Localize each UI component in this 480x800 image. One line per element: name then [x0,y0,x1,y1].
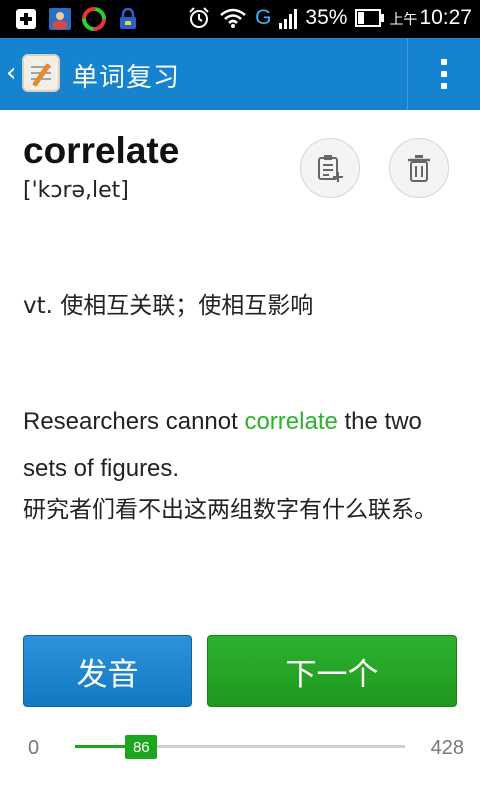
delete-word-button[interactable] [389,138,449,198]
word-text: correlate [23,130,180,171]
trash-icon [408,155,430,182]
add-to-notebook-button[interactable] [300,138,360,198]
app-logo-icon [22,54,60,92]
system-status: G 35% 上午10:27 [187,6,472,30]
overflow-menu-icon [441,59,447,65]
page-title: 单词复习 [72,63,181,93]
definition-text: vt. 使相互关联；使相互影响 [23,293,314,319]
pronounce-button[interactable]: 发音 [23,635,192,707]
signal-icon [279,9,298,29]
battery-percent: 35% [305,6,348,29]
action-bar: ‹ 单词复习 [0,38,480,110]
photo-app-icon [82,7,106,31]
clock-prefix: 上午 [389,11,418,27]
alarm-icon [189,7,209,28]
contacts-app-icon [49,8,71,30]
chevron-left-icon: ‹ [6,58,17,88]
battery-icon [355,9,385,27]
status-bar: G 35% 上午10:27 [0,0,480,38]
lock-bag-icon [120,7,136,29]
example-translation: 研究者们看不出这两组数字有什么联系。 [23,497,437,523]
up-navigation[interactable]: ‹ 单词复习 [0,38,190,110]
progress-thumb[interactable]: 86 [125,735,158,759]
example-highlight: correlate [244,408,338,435]
progress-min-label: 0 [28,737,40,759]
notification-icons [14,7,140,31]
add-icon [16,9,36,29]
progress-max-label: 428 [430,737,464,759]
clock-time: 10:27 [419,6,472,29]
add-to-notebook-icon [318,155,343,182]
phonetic-text: ['kɔrə,let] [23,178,129,203]
next-button[interactable]: 下一个 [207,635,457,707]
wifi-icon [220,8,246,28]
example-before: Researchers cannot [23,408,245,435]
network-type-label: G [255,6,272,29]
overflow-menu-button[interactable] [408,38,480,110]
example-sentence: Researchers cannot correlate the two set… [23,398,463,492]
clock: 上午10:27 [389,6,472,30]
